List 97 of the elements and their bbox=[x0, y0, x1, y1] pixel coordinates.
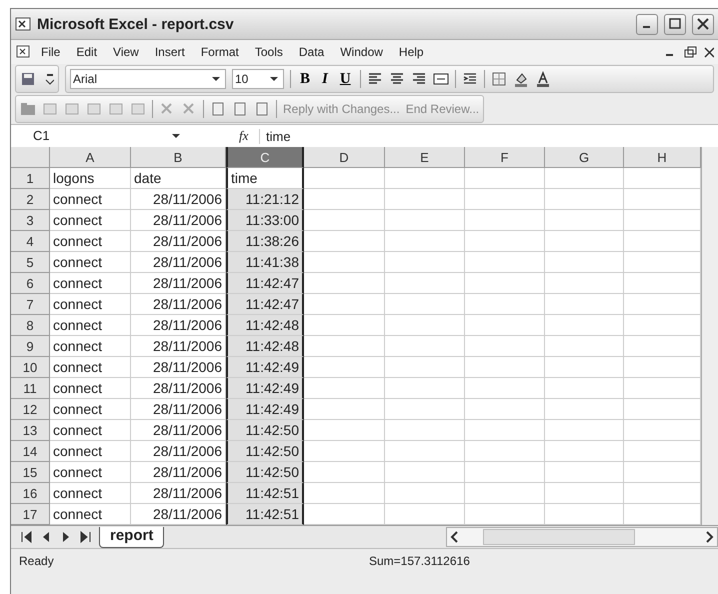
row-header[interactable]: 5 bbox=[11, 252, 50, 273]
column-header[interactable]: G bbox=[545, 147, 624, 168]
merge-center-icon[interactable] bbox=[432, 71, 449, 87]
underline-button[interactable]: U bbox=[336, 70, 354, 88]
table-cell: 11:41:38 bbox=[226, 252, 304, 273]
last-sheet-icon[interactable] bbox=[79, 529, 93, 545]
align-right-icon[interactable] bbox=[410, 71, 427, 87]
formula-field[interactable]: time bbox=[259, 128, 718, 144]
window-title: Microsoft Excel - report.csv bbox=[37, 16, 235, 32]
column-header[interactable]: D bbox=[304, 147, 385, 168]
table-cell: 11:42:51 bbox=[226, 504, 304, 525]
row-header[interactable]: 7 bbox=[11, 294, 50, 315]
table-cell: 11:42:50 bbox=[226, 420, 304, 441]
table-cell: connect bbox=[50, 315, 131, 336]
row-header[interactable]: 1 bbox=[11, 168, 50, 189]
table-cell: 11:42:49 bbox=[226, 399, 304, 420]
workbook-icon[interactable] bbox=[15, 44, 31, 60]
menu-item[interactable]: Help bbox=[392, 43, 430, 61]
bold-button[interactable]: B bbox=[297, 70, 314, 88]
font-color-icon[interactable] bbox=[534, 71, 551, 87]
table-cell: 11:42:50 bbox=[226, 462, 304, 483]
table-cell: 11:42:49 bbox=[226, 378, 304, 399]
column-header[interactable]: B bbox=[131, 147, 226, 168]
folder-icon[interactable] bbox=[20, 101, 36, 117]
column-header[interactable]: F bbox=[465, 147, 545, 168]
row-header[interactable]: 6 bbox=[11, 273, 50, 294]
align-center-icon[interactable] bbox=[388, 71, 405, 87]
document-icon[interactable] bbox=[210, 101, 226, 117]
row-header[interactable]: 14 bbox=[11, 441, 50, 462]
table-cell: connect bbox=[50, 273, 131, 294]
column-header[interactable]: A bbox=[50, 147, 131, 168]
menu-item[interactable]: Insert bbox=[148, 43, 191, 61]
table-cell: logons bbox=[50, 168, 131, 189]
table-cell: connect bbox=[50, 378, 131, 399]
row-header[interactable]: 8 bbox=[11, 315, 50, 336]
menu-item[interactable]: Window bbox=[334, 43, 389, 61]
horizontal-scrollbar[interactable] bbox=[446, 527, 718, 547]
row-header[interactable]: 3 bbox=[11, 210, 50, 231]
row-header[interactable]: 4 bbox=[11, 231, 50, 252]
row-header[interactable]: 17 bbox=[11, 504, 50, 525]
table-cell: connect bbox=[50, 420, 131, 441]
table-cell: time bbox=[226, 168, 304, 189]
document-icon[interactable] bbox=[232, 101, 248, 117]
table-cell: 11:42:48 bbox=[226, 315, 304, 336]
table-cell: 11:42:48 bbox=[226, 336, 304, 357]
table-cell: connect bbox=[50, 189, 131, 210]
first-sheet-icon[interactable] bbox=[19, 529, 33, 545]
menu-item[interactable]: Format bbox=[194, 43, 245, 61]
table-cell: connect bbox=[50, 462, 131, 483]
row-header[interactable]: 10 bbox=[11, 357, 50, 378]
row-header[interactable]: 13 bbox=[11, 420, 50, 441]
row-header[interactable]: 11 bbox=[11, 378, 50, 399]
table-cell: 11:42:47 bbox=[226, 294, 304, 315]
menu-item[interactable]: View bbox=[107, 43, 145, 61]
align-left-icon[interactable] bbox=[366, 71, 383, 87]
table-cell: connect bbox=[50, 294, 131, 315]
row-header[interactable]: 15 bbox=[11, 462, 50, 483]
table-cell: 11:21:12 bbox=[226, 189, 304, 210]
table-cell: connect bbox=[50, 357, 131, 378]
table-cell: connect bbox=[50, 231, 131, 252]
menu-item[interactable]: Edit bbox=[70, 43, 104, 61]
column-header[interactable]: C bbox=[226, 147, 304, 168]
font-size-dropdown[interactable]: 10 bbox=[232, 69, 284, 89]
borders-icon[interactable] bbox=[490, 71, 507, 87]
save-icon[interactable] bbox=[20, 71, 36, 87]
table-cell: connect bbox=[50, 399, 131, 420]
table-cell: 11:38:26 bbox=[226, 231, 304, 252]
column-header[interactable]: E bbox=[385, 147, 465, 168]
row-header[interactable]: 12 bbox=[11, 399, 50, 420]
row-header[interactable]: 16 bbox=[11, 483, 50, 504]
table-cell: connect bbox=[50, 252, 131, 273]
row-header[interactable]: 9 bbox=[11, 336, 50, 357]
restore-icon[interactable] bbox=[682, 44, 698, 60]
table-cell: 11:33:00 bbox=[226, 210, 304, 231]
table-cell: 11:42:50 bbox=[226, 441, 304, 462]
table-cell: connect bbox=[50, 336, 131, 357]
font-dropdown[interactable]: Arial bbox=[70, 69, 226, 89]
table-cell: connect bbox=[50, 441, 131, 462]
table-cell: connect bbox=[50, 210, 131, 231]
menu-item[interactable]: File bbox=[35, 43, 66, 61]
row-header[interactable]: 2 bbox=[11, 189, 50, 210]
table-cell: 11:42:49 bbox=[226, 357, 304, 378]
excel-icon[interactable] bbox=[15, 16, 31, 32]
column-header[interactable]: H bbox=[624, 147, 701, 168]
status-text: Ready bbox=[19, 554, 55, 568]
menu-item[interactable]: Data bbox=[292, 43, 330, 61]
vertical-scrollbar[interactable] bbox=[701, 147, 718, 525]
menu-item[interactable]: Tools bbox=[248, 43, 289, 61]
document-icon[interactable] bbox=[254, 101, 270, 117]
sheet-tab[interactable]: report bbox=[99, 526, 164, 548]
function-label: fx bbox=[238, 128, 250, 144]
italic-button[interactable]: I bbox=[319, 70, 331, 88]
table-cell: connect bbox=[50, 483, 131, 504]
fill-color-icon[interactable] bbox=[512, 71, 529, 87]
table-cell: 11:42:47 bbox=[226, 273, 304, 294]
table-cell: 11:42:51 bbox=[226, 483, 304, 504]
sum-readout: Sum=157.3112616 bbox=[369, 554, 470, 568]
